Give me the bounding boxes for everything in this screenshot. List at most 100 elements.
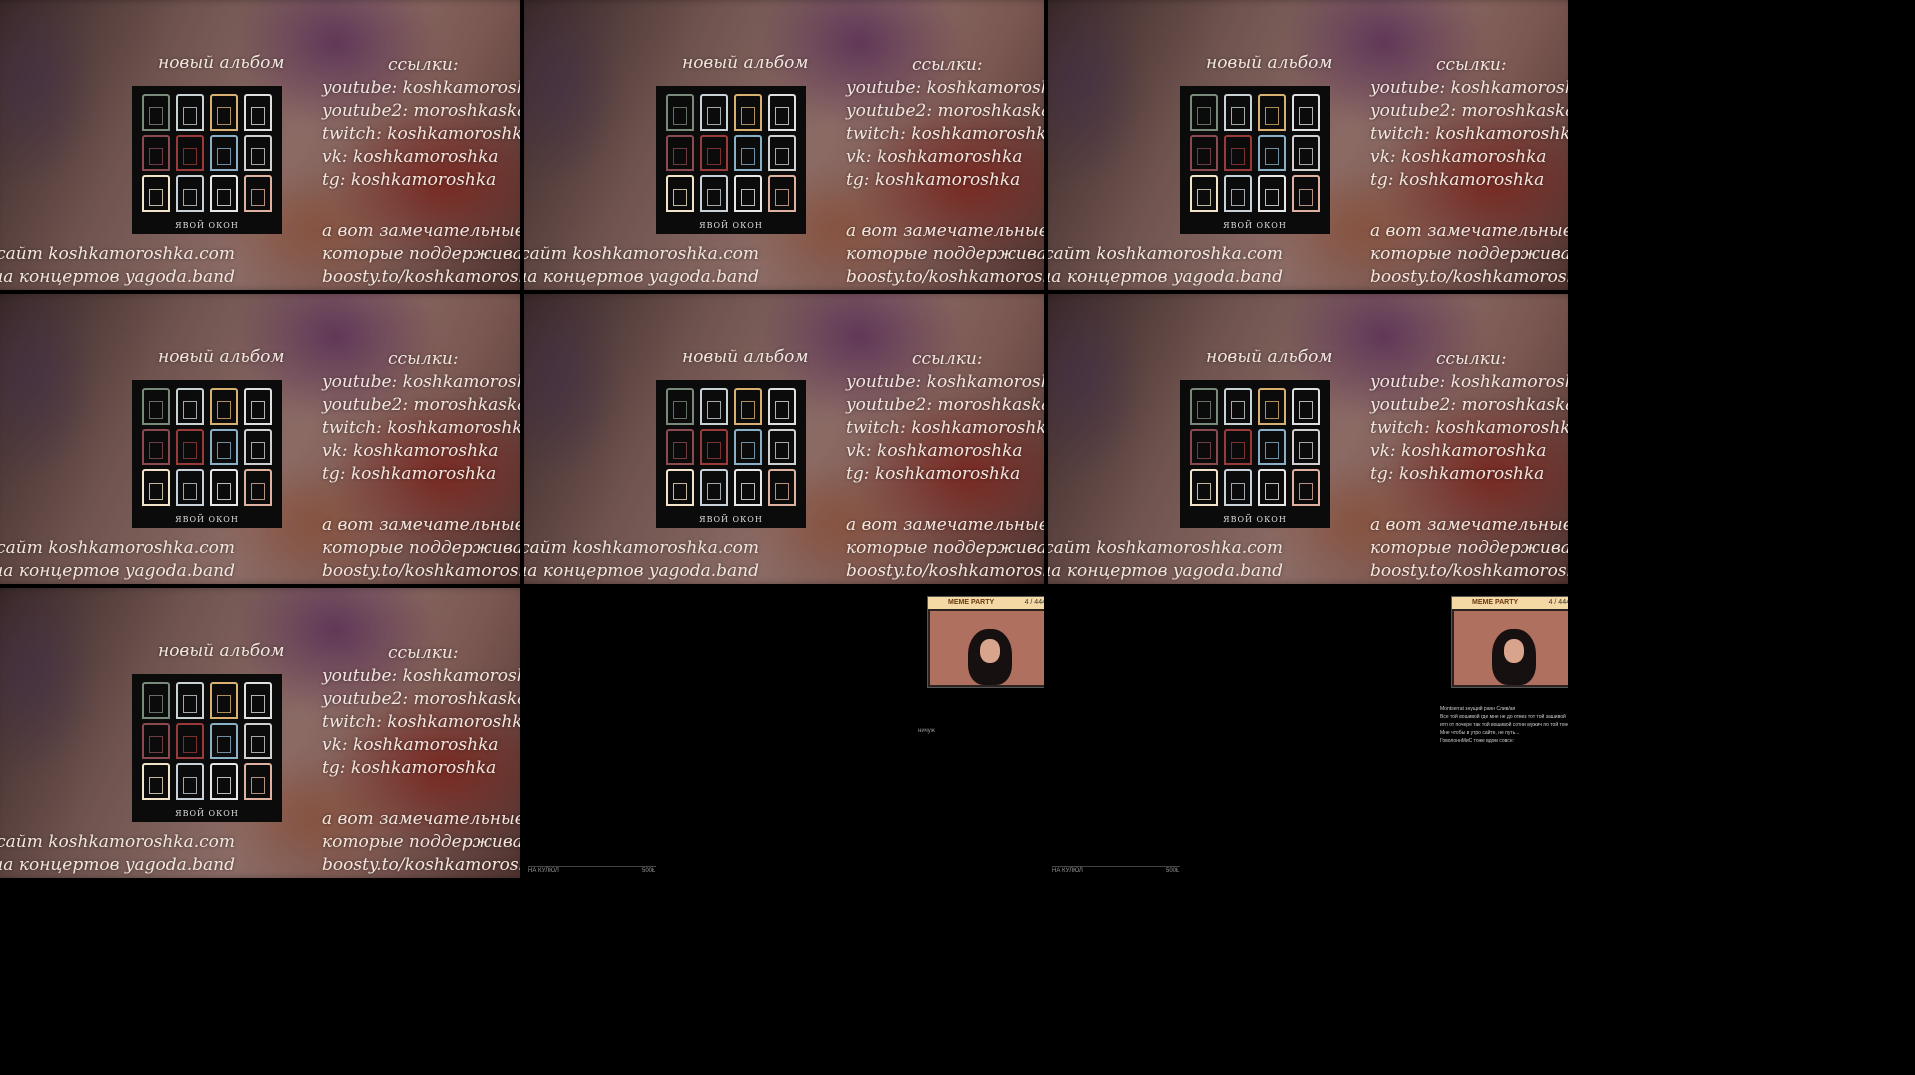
- meme-party-widget: MEME PARTY 4 / 444: [1451, 596, 1568, 688]
- support-line: а вот замечательные люди,: [846, 515, 1044, 535]
- links-heading: ссылки:: [388, 643, 459, 663]
- link-youtube2: youtube2: moroshkaskazki: [1370, 101, 1568, 121]
- window-illustration: [734, 94, 762, 131]
- site-block: сайт koshkamoroshka.com афиша концертов …: [0, 243, 235, 289]
- link-vk: vk: koshkamoroshka: [846, 147, 1023, 167]
- window-illustration: [734, 175, 762, 212]
- album-cover[interactable]: ЯВОЙ ОКОН: [1180, 86, 1330, 234]
- meme-party-count: 4 / 444: [1548, 599, 1568, 606]
- chat-line: Montserrat знущий ранн Слив/ая: [1440, 706, 1516, 712]
- album-title: новый альбом: [1206, 53, 1333, 73]
- album-cover[interactable]: ЯВОЙ ОКОН: [132, 380, 282, 528]
- window-illustration: [768, 134, 796, 172]
- thumbnail-tile[interactable]: новый альбом ЯВОЙ ОКОН ссылки: youtube: …: [1048, 0, 1568, 290]
- progress-left-label: НА КУЛЮЛ: [1052, 868, 1083, 874]
- links-block: ссылки: youtube: koshkamoroshka youtube2…: [322, 642, 520, 780]
- cover-windows: [1190, 94, 1320, 212]
- cover-caption: ЯВОЙ ОКОН: [175, 515, 239, 524]
- thumbnail-tile[interactable]: новый альбом ЯВОЙ ОКОН ссылки: youtube: …: [0, 294, 520, 584]
- site-block: сайт koshkamoroshka.com афиша концертов …: [1048, 537, 1283, 583]
- window-illustration: [210, 722, 238, 760]
- thumbnail-tile[interactable]: новый альбом ЯВОЙ ОКОН ссылки: youtube: …: [1048, 294, 1568, 584]
- meme-party-count: 4 / 444: [1024, 599, 1044, 606]
- album-cover[interactable]: ЯВОЙ ОКОН: [132, 674, 282, 822]
- window-illustration: [210, 134, 238, 172]
- chat-line: Все той вошивой где мне не до отвез тот …: [1440, 714, 1566, 720]
- window-illustration: [768, 428, 796, 466]
- link-vk: vk: koshkamoroshka: [322, 735, 499, 755]
- site-block: сайт koshkamoroshka.com афиша концертов …: [1048, 243, 1283, 289]
- album-cover[interactable]: ЯВОЙ ОКОН: [132, 86, 282, 234]
- link-twitch: twitch: koshkamoroshka: [1370, 124, 1568, 144]
- album-cover[interactable]: ЯВОЙ ОКОН: [656, 380, 806, 528]
- window-illustration: [1258, 94, 1286, 131]
- window-illustration: [210, 175, 238, 212]
- window-illustration: [210, 94, 238, 131]
- concerts-url: афиша концертов yagoda.band: [1048, 561, 1283, 581]
- window-illustration: [244, 763, 272, 800]
- window-illustration: [1190, 388, 1218, 425]
- window-illustration: [1292, 134, 1320, 172]
- window-illustration: [142, 388, 170, 425]
- album-title: новый альбом: [158, 347, 285, 367]
- window-illustration: [176, 134, 204, 172]
- cover-caption: ЯВОЙ ОКОН: [699, 221, 763, 230]
- support-line: а вот замечательные люди,: [846, 221, 1044, 241]
- support-block: а вот замечательные люди, которые поддер…: [846, 220, 1044, 289]
- window-illustration: [142, 175, 170, 212]
- thumbnail-tile[interactable]: новый альбом ЯВОЙ ОКОН ссылки: youtube: …: [524, 0, 1044, 290]
- link-tg: tg: koshkamoroshka: [322, 758, 497, 778]
- album-title: новый альбом: [158, 641, 285, 661]
- window-illustration: [210, 682, 238, 719]
- progress-left-label: НА КУЛЮЛ: [528, 868, 559, 874]
- meme-party-header: MEME PARTY 4 / 444: [928, 597, 1044, 609]
- window-illustration: [1190, 134, 1218, 172]
- link-youtube: youtube: koshkamoroshka: [322, 372, 520, 392]
- window-illustration: [1292, 175, 1320, 212]
- links-block: ссылки: youtube: koshkamoroshka youtube2…: [322, 54, 520, 192]
- small-caption: ничуж: [918, 728, 935, 734]
- link-youtube2: youtube2: moroshkaskazki: [322, 395, 520, 415]
- window-illustration: [768, 388, 796, 425]
- links-block: ссылки: youtube: koshkamoroshka youtube2…: [846, 348, 1044, 486]
- site-block: сайт koshkamoroshka.com афиша концертов …: [0, 831, 235, 877]
- links-heading: ссылки:: [912, 349, 983, 369]
- concerts-url: афиша концертов yagoda.band: [0, 267, 235, 287]
- window-illustration: [768, 94, 796, 131]
- window-illustration: [176, 763, 204, 800]
- window-illustration: [734, 428, 762, 466]
- thumbnail-tile[interactable]: новый альбом ЯВОЙ ОКОН ссылки: youtube: …: [0, 0, 520, 290]
- window-illustration: [700, 134, 728, 172]
- site-url: сайт koshkamoroshka.com: [524, 538, 759, 558]
- window-illustration: [1258, 388, 1286, 425]
- window-illustration: [666, 175, 694, 212]
- album-title: новый альбом: [682, 347, 809, 367]
- webcam-feed: [930, 611, 1044, 685]
- webcam-feed: [1454, 611, 1568, 685]
- cover-windows: [1190, 388, 1320, 506]
- site-url: сайт koshkamoroshka.com: [1048, 538, 1283, 558]
- link-tg: tg: koshkamoroshka: [846, 464, 1021, 484]
- link-twitch: twitch: koshkamoroshka: [322, 418, 520, 438]
- meme-party-header: MEME PARTY 4 / 444: [1452, 597, 1568, 609]
- streamer-face: [1504, 639, 1524, 664]
- concerts-url: афиша концертов yagoda.band: [1048, 267, 1283, 287]
- thumbnail-tile[interactable]: новый альбом ЯВОЙ ОКОН ссылки: youtube: …: [524, 294, 1044, 584]
- site-block: сайт koshkamoroshka.com афиша концертов …: [524, 537, 759, 583]
- support-line: которые поддерживают меня на: [846, 244, 1044, 264]
- thumbnail-tile-dark[interactable]: MEME PARTY 4 / 444 ничуж НА КУЛЮЛ 500Ł: [524, 588, 1044, 878]
- window-illustration: [700, 94, 728, 131]
- thumbnail-tile-dark[interactable]: MEME PARTY 4 / 444 Montserrat знущий ран…: [1048, 588, 1568, 878]
- window-illustration: [1292, 428, 1320, 466]
- window-illustration: [142, 682, 170, 719]
- thumbnail-tile[interactable]: новый альбом ЯВОЙ ОКОН ссылки: youtube: …: [0, 588, 520, 878]
- meme-party-title: MEME PARTY: [948, 599, 995, 606]
- album-cover[interactable]: ЯВОЙ ОКОН: [656, 86, 806, 234]
- progress-right-label: 500Ł: [642, 868, 656, 874]
- window-illustration: [176, 94, 204, 131]
- window-illustration: [244, 469, 272, 506]
- window-illustration: [734, 388, 762, 425]
- window-illustration: [734, 134, 762, 172]
- album-cover[interactable]: ЯВОЙ ОКОН: [1180, 380, 1330, 528]
- links-block: ссылки: youtube: koshkamoroshka youtube2…: [1370, 348, 1568, 486]
